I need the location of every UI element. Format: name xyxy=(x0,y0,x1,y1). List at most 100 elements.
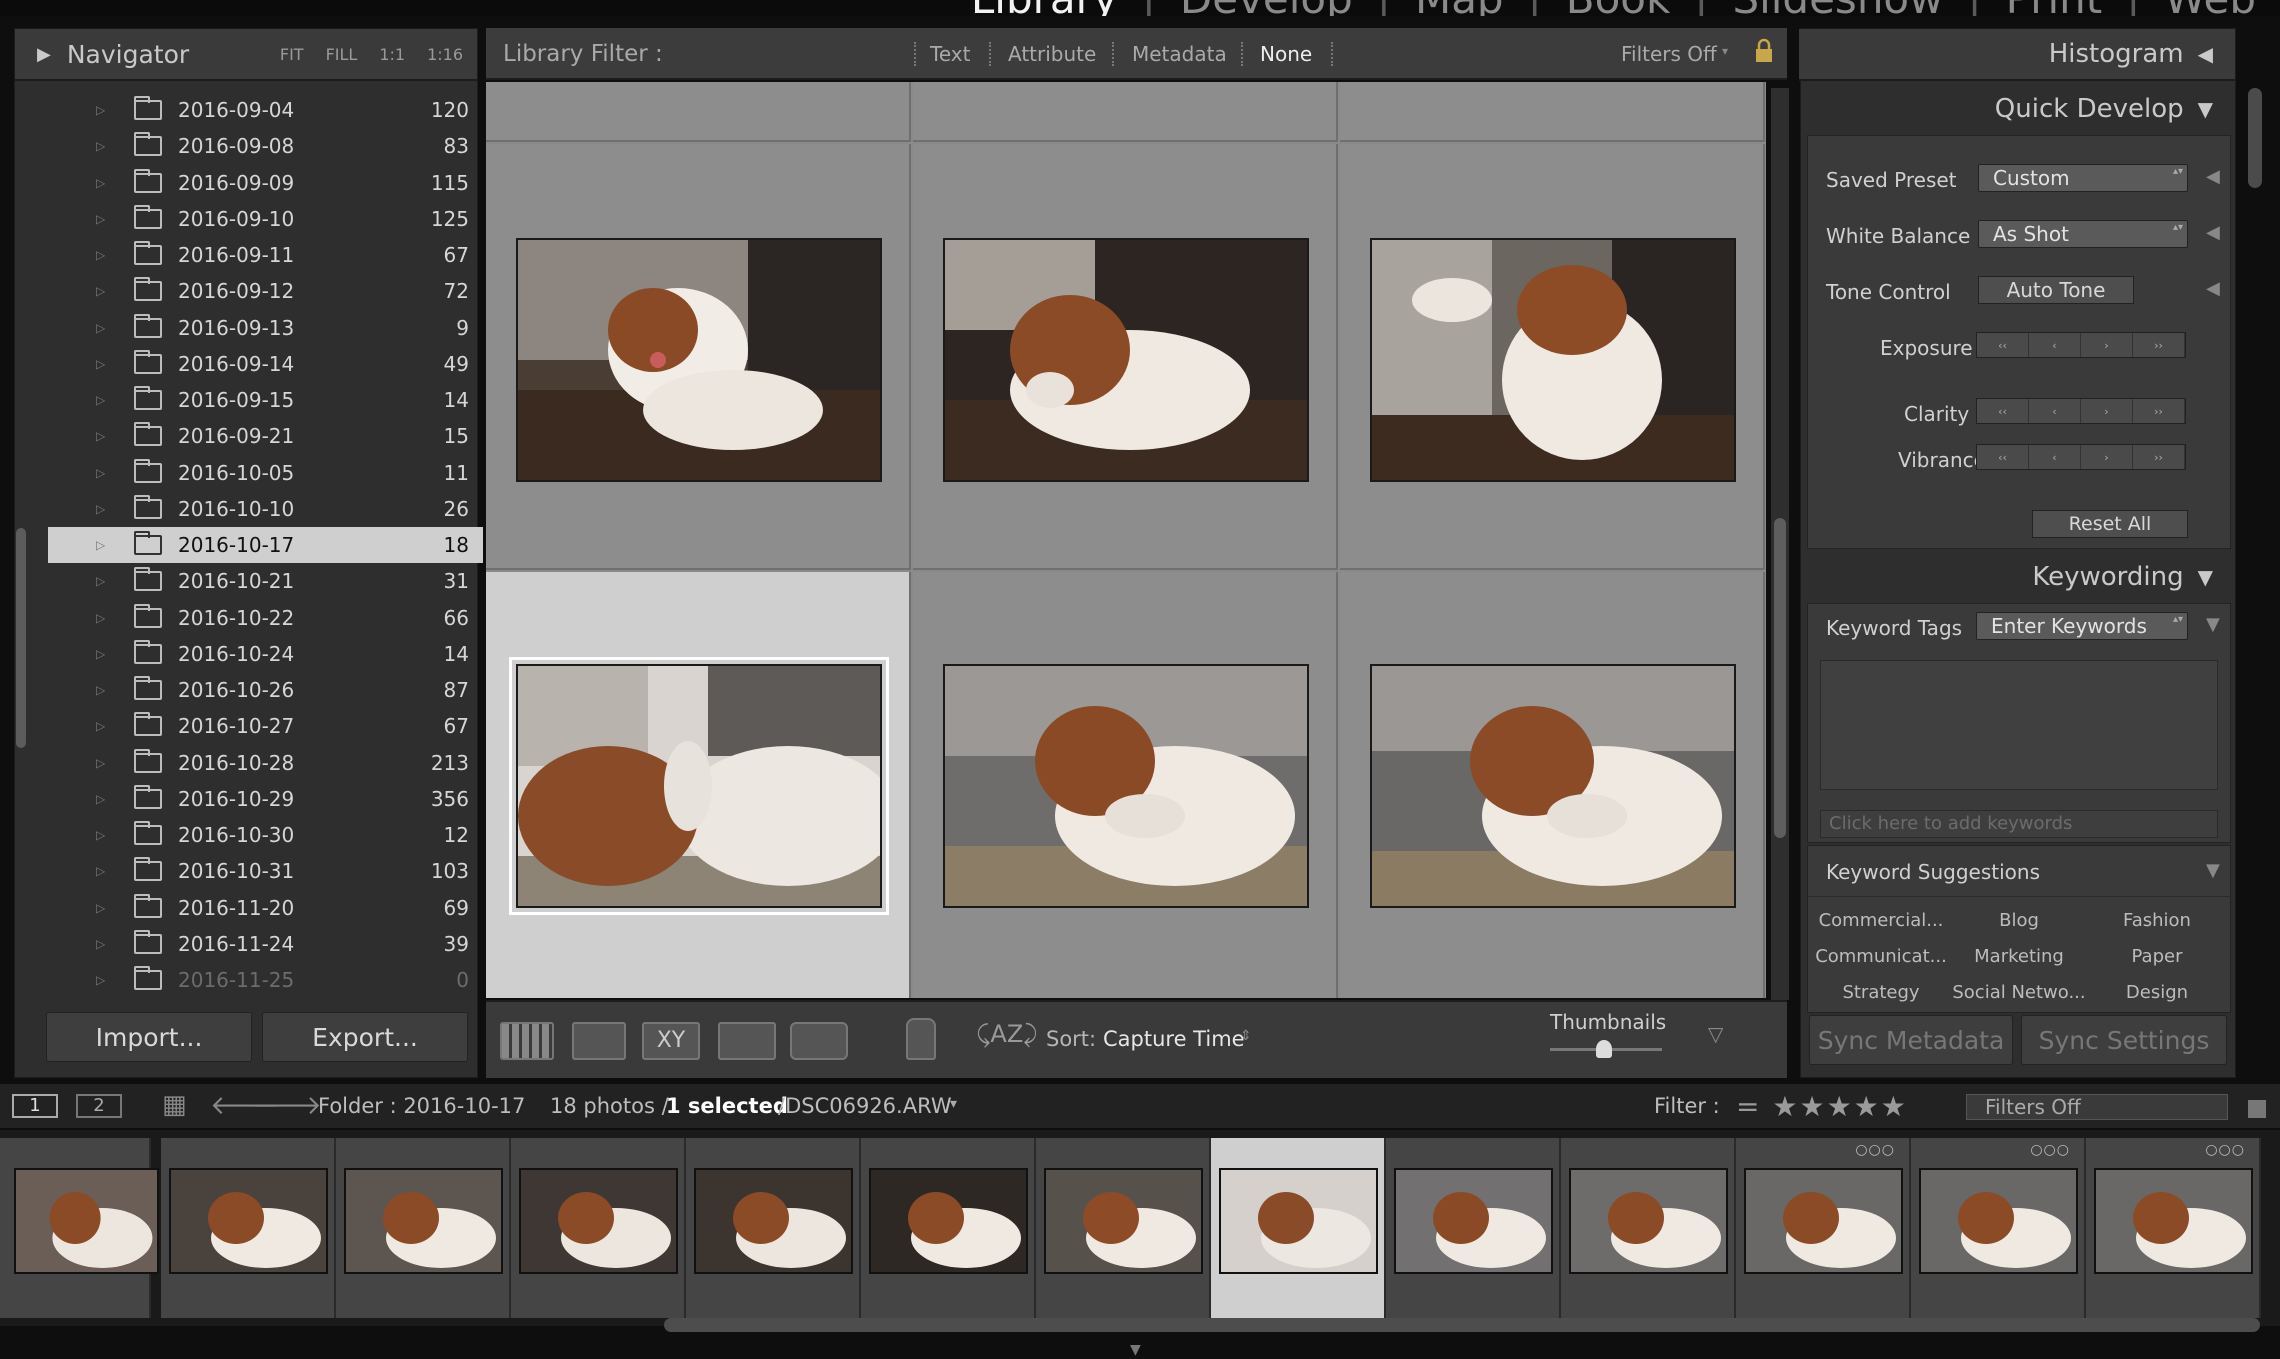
keyword-suggestion[interactable]: Communicat... xyxy=(1813,946,1949,967)
folder-row[interactable]: ▷ 2016-09-08 83 xyxy=(48,128,483,164)
zoom-1-1[interactable]: 1:1 xyxy=(379,45,405,64)
keyword-suggestion[interactable]: Strategy xyxy=(1813,982,1949,1003)
filmstrip-cell[interactable] xyxy=(1561,1138,1736,1318)
filmstrip-cell[interactable] xyxy=(1386,1138,1561,1318)
filmstrip-thumbnail[interactable] xyxy=(1919,1168,2078,1274)
disclosure-icon[interactable]: ◀ xyxy=(2206,222,2220,243)
disclosure-icon[interactable]: ◀ xyxy=(2206,278,2220,299)
expand-triangle-icon[interactable]: ▷ xyxy=(96,357,112,371)
filmstrip-cell-selected[interactable] xyxy=(1211,1138,1386,1318)
module-web[interactable]: Web xyxy=(2140,0,2280,16)
folder-row[interactable]: ▷ 2016-10-27 67 xyxy=(48,708,483,744)
filter-tab-none[interactable]: None xyxy=(1260,42,1312,66)
folder-row[interactable]: ▷ 2016-10-29 356 xyxy=(48,781,483,817)
expand-triangle-icon[interactable]: ▷ xyxy=(96,212,112,226)
photo-thumbnail[interactable] xyxy=(516,238,882,482)
folder-row[interactable]: ▷ 2016-09-15 14 xyxy=(48,382,483,418)
people-view-icon[interactable] xyxy=(790,1022,848,1060)
survey-view-icon[interactable] xyxy=(718,1022,776,1060)
filmstrip-thumbnail[interactable] xyxy=(869,1168,1028,1274)
folder-row[interactable]: ▷ 2016-09-21 15 xyxy=(48,418,483,454)
expand-triangle-icon[interactable]: ▷ xyxy=(96,103,112,117)
right-scrollbar[interactable] xyxy=(2248,88,2262,188)
expand-triangle-icon[interactable]: ▷ xyxy=(96,719,112,733)
spray-can-icon[interactable] xyxy=(906,1018,936,1060)
keyword-suggestion[interactable]: Design xyxy=(2089,982,2225,1003)
filmstrip-thumbnail[interactable] xyxy=(14,1168,159,1274)
filmstrip-thumbnail[interactable] xyxy=(1394,1168,1553,1274)
chevron-down-icon[interactable]: ▾ xyxy=(950,1096,957,1112)
slider-knob[interactable] xyxy=(1595,1040,1612,1058)
photo-thumbnail[interactable] xyxy=(943,664,1309,908)
exposure-buttons[interactable]: ‹‹ ‹ › ›› xyxy=(1976,332,2186,358)
grid-cell[interactable] xyxy=(486,144,911,570)
sort-direction-icon[interactable]: ⤹AZ⤸ xyxy=(976,1020,1038,1048)
filmstrip-cell[interactable] xyxy=(336,1138,511,1318)
filmstrip-cell[interactable]: ○○○ xyxy=(1736,1138,1911,1318)
folder-row[interactable]: ▷ 2016-09-10 125 xyxy=(48,201,483,237)
forward-arrow-icon[interactable]: 🡒 xyxy=(252,1090,322,1121)
increase-large[interactable]: ›› xyxy=(2133,445,2185,469)
rating-filter-stars[interactable]: = ★★★★★ xyxy=(1736,1090,1908,1123)
zoom-1-16[interactable]: 1:16 xyxy=(427,45,463,64)
folder-row-selected[interactable]: ▷ 2016-10-17 18 xyxy=(48,527,483,564)
folder-row[interactable]: ▷ 2016-10-26 87 xyxy=(48,672,483,708)
filmstrip-filter-select[interactable]: Filters Off xyxy=(1966,1094,2228,1120)
filter-tab-text[interactable]: Text xyxy=(930,42,970,66)
filmstrip-thumbnail[interactable] xyxy=(169,1168,328,1274)
filmstrip-thumbnail[interactable] xyxy=(1744,1168,1903,1274)
import-button[interactable]: Import... xyxy=(46,1012,252,1062)
expand-triangle-icon[interactable]: ▷ xyxy=(96,139,112,153)
add-keywords-input[interactable]: Click here to add keywords xyxy=(1820,810,2218,838)
folder-row[interactable]: ▷ 2016-10-21 31 xyxy=(48,563,483,599)
filmstrip-scrollbar[interactable] xyxy=(664,1318,2260,1332)
filmstrip-cell[interactable] xyxy=(161,1138,336,1318)
grid-view-icon[interactable] xyxy=(500,1022,554,1060)
folder-row[interactable]: ▷ 2016-09-12 72 xyxy=(48,273,483,309)
module-map[interactable]: Map xyxy=(1391,0,1528,16)
expand-triangle-icon[interactable]: ▷ xyxy=(96,683,112,697)
sync-settings-button[interactable]: Sync Settings xyxy=(2021,1015,2227,1065)
expand-triangle-icon[interactable]: ▷ xyxy=(96,574,112,588)
module-library[interactable]: Library xyxy=(947,0,1142,16)
module-book[interactable]: Book xyxy=(1542,0,1695,16)
screen-1-button[interactable]: 1 xyxy=(12,1094,58,1118)
quick-develop-header[interactable]: Quick Develop ▼ xyxy=(1799,83,2235,135)
filters-off-dropdown[interactable]: Filters Off xyxy=(1621,42,1717,66)
module-slideshow[interactable]: Slideshow xyxy=(1708,0,1967,16)
keyword-tags-select[interactable]: Enter Keywords xyxy=(1976,612,2188,640)
increase-large[interactable]: ›› xyxy=(2133,399,2185,423)
photo-thumbnail[interactable] xyxy=(1370,664,1736,908)
expand-triangle-icon[interactable]: ▷ xyxy=(96,393,112,407)
grid-cell[interactable] xyxy=(1340,572,1765,998)
thumbnail-size-slider[interactable] xyxy=(1550,1040,1662,1058)
keyword-suggestion[interactable]: Blog xyxy=(1951,910,2087,931)
filmstrip-cell[interactable] xyxy=(511,1138,686,1318)
sort-dropdown[interactable]: Capture Time xyxy=(1103,1027,1245,1051)
increase-large[interactable]: ›› xyxy=(2133,333,2185,357)
keyword-suggestion[interactable]: Fashion xyxy=(2089,910,2225,931)
folder-row[interactable]: ▷ 2016-10-24 14 xyxy=(48,636,483,672)
grid-cell-selected[interactable] xyxy=(486,572,911,998)
folder-row[interactable]: ▷ 2016-09-09 115 xyxy=(48,165,483,201)
left-scrollbar[interactable] xyxy=(16,528,26,748)
reset-all-button[interactable]: Reset All xyxy=(2032,510,2188,538)
expand-triangle-icon[interactable]: ▷ xyxy=(96,284,112,298)
folder-row[interactable]: ▷ 2016-10-05 11 xyxy=(48,455,483,491)
photo-thumbnail-selected[interactable] xyxy=(509,657,898,915)
decrease-small[interactable]: ‹ xyxy=(2029,445,2081,469)
compare-view-icon[interactable]: XY xyxy=(642,1022,700,1060)
grid-scrollbar[interactable] xyxy=(1771,88,1789,1000)
expand-triangle-icon[interactable]: ▷ xyxy=(96,248,112,262)
zoom-fit[interactable]: FIT xyxy=(280,45,304,64)
grid-cell[interactable] xyxy=(486,82,911,142)
loupe-view-icon[interactable] xyxy=(572,1022,626,1060)
expand-down-icon[interactable]: ▼ xyxy=(2206,860,2220,881)
expand-triangle-icon[interactable]: ▷ xyxy=(96,973,112,987)
decrease-small[interactable]: ‹ xyxy=(2029,399,2081,423)
filter-tab-attribute[interactable]: Attribute xyxy=(1008,42,1096,66)
saved-preset-select[interactable]: Custom xyxy=(1978,164,2188,192)
grid-cell[interactable] xyxy=(913,82,1338,142)
bottom-panel-toggle-icon[interactable]: ▼ xyxy=(1130,1342,1141,1358)
grid-cell[interactable] xyxy=(1340,82,1765,142)
